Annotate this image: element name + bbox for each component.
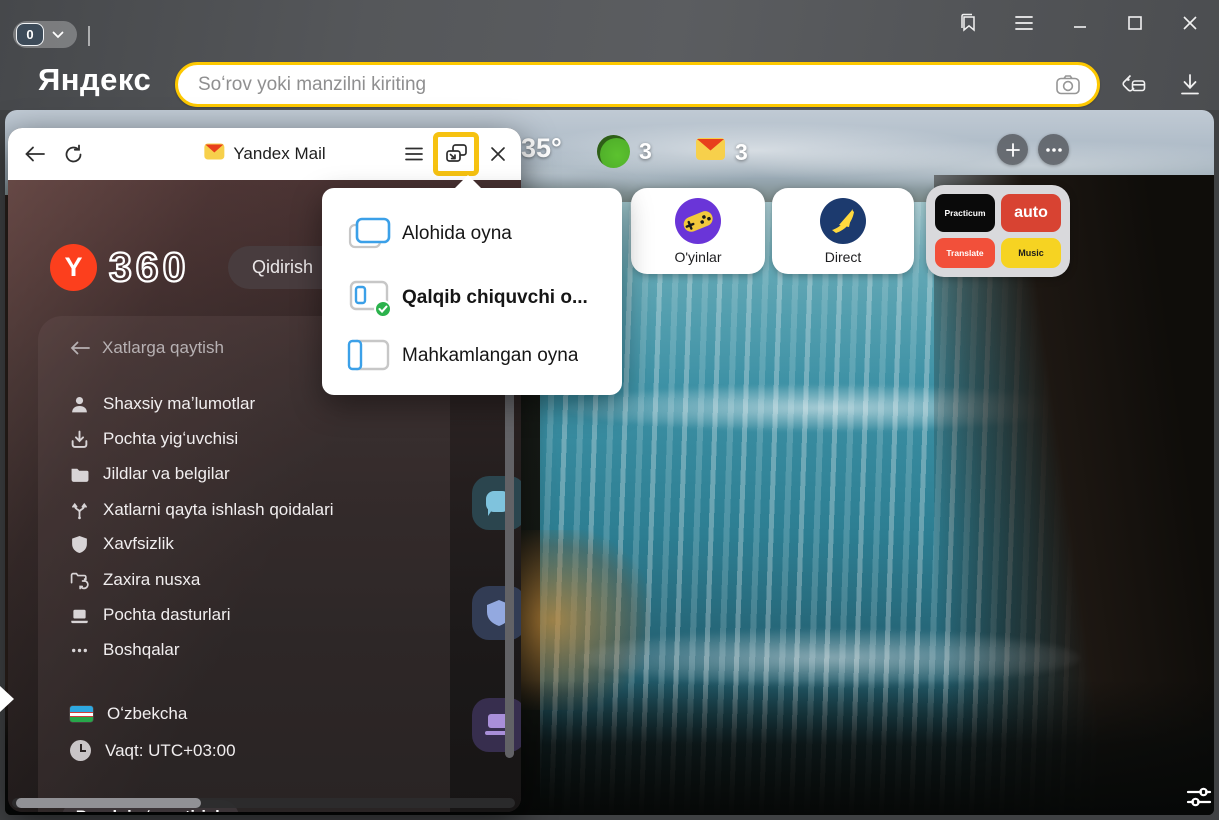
tab-counter[interactable]: 0 (13, 21, 77, 48)
add-tile-button[interactable] (997, 134, 1028, 165)
nav-security[interactable]: Xavfsizlik (70, 534, 174, 554)
messenger-badge[interactable]: 3 (597, 135, 652, 168)
y360-logo[interactable]: Y 360 (50, 244, 189, 291)
menu-item-pinned-window[interactable]: Mahkamlangan oyna (322, 330, 622, 382)
tile-practicum[interactable]: Practicum (935, 194, 995, 232)
tile-music[interactable]: Music (1001, 238, 1061, 268)
rules-icon (70, 501, 89, 520)
floating-window-icon (344, 276, 402, 320)
nav-other[interactable]: Boshqalar (70, 640, 180, 660)
window-mode-button[interactable] (433, 132, 479, 176)
mail-badge[interactable]: 3 (695, 136, 748, 168)
person-icon (70, 395, 89, 414)
address-bar-placeholder: Soʻrov yoki manzilni kiriting (198, 74, 1055, 96)
games-icon (674, 197, 722, 250)
clock-icon (70, 740, 91, 761)
nav-folders-labels[interactable]: Jildlar va belgilar (70, 464, 230, 484)
direct-icon (819, 197, 867, 250)
more-options-button[interactable] (1038, 134, 1069, 165)
browser-window: 0 (0, 0, 1219, 820)
mail-count: 3 (735, 139, 748, 166)
messenger-count: 3 (639, 138, 652, 165)
laptop-icon (70, 606, 89, 625)
back-arrow-icon (70, 341, 90, 355)
address-bar[interactable]: Soʻrov yoki manzilni kiriting (175, 62, 1100, 107)
sidebar-pull-arrow[interactable] (0, 686, 14, 712)
close-button[interactable] (1174, 8, 1206, 38)
messenger-icon (597, 135, 630, 168)
shield-icon (70, 535, 89, 554)
tile-direct[interactable]: Direct (772, 188, 914, 274)
downloads-icon[interactable] (1172, 68, 1208, 102)
menu-pointer-arrow (454, 175, 482, 189)
menu-icon[interactable] (1008, 8, 1040, 38)
y360-logo-circle: Y (50, 244, 97, 291)
popup-title-group: Yandex Mail (203, 143, 325, 165)
menu-item-floating-window[interactable]: Qalqib chiquvchi o... (322, 272, 622, 324)
popup-close-icon[interactable] (481, 137, 515, 171)
folder-icon (70, 465, 89, 484)
popup-header: Yandex Mail (8, 128, 521, 180)
mail-favicon (203, 143, 224, 165)
y360-logo-360: 360 (109, 244, 189, 291)
minimize-button[interactable] (1064, 8, 1096, 38)
back-to-letters-link[interactable]: Xatlarga qaytish (70, 338, 224, 358)
browser-chrome: 0 (0, 0, 1219, 110)
maximize-button[interactable] (1119, 8, 1151, 38)
tab-count-badge: 0 (16, 23, 44, 46)
nav-mail-collector[interactable]: Pochta yigʻuvchisi (70, 429, 238, 449)
popup-menu-icon[interactable] (397, 137, 431, 171)
ellipsis-icon (70, 641, 89, 660)
tile-group[interactable]: Practicum auto Translate Music (926, 185, 1070, 277)
pinned-window-icon (344, 335, 402, 377)
backup-icon (70, 571, 89, 590)
tile-translate[interactable]: Translate (935, 238, 995, 268)
title-bar: 0 (0, 0, 1219, 45)
wallpaper-settings-icon[interactable] (1185, 784, 1213, 810)
nav-mail-clients[interactable]: Pochta dasturlari (70, 605, 231, 625)
chevron-down-icon[interactable] (52, 26, 64, 44)
reload-button[interactable] (56, 137, 90, 171)
tile-label: O'yinlar (674, 249, 721, 265)
yandex-logo[interactable]: Яндекс (38, 62, 151, 98)
extensions-icon[interactable] (1116, 68, 1152, 102)
separate-window-icon (344, 213, 402, 255)
timezone-row[interactable]: Vaqt: UTC+03:00 (70, 740, 236, 761)
tile-games[interactable]: O'yinlar (631, 188, 765, 274)
side-panel-icon[interactable] (952, 8, 984, 38)
popup-title: Yandex Mail (233, 144, 325, 164)
nav-mail-rules[interactable]: Xatlarni qayta ishlash qoidalari (70, 500, 334, 520)
nav-personal-info[interactable]: Shaxsiy maʼlumotlar (70, 394, 255, 414)
titlebar-divider (88, 26, 90, 46)
mail-collector-icon (70, 430, 89, 449)
language-row[interactable]: Oʻzbekcha (70, 704, 187, 724)
nav-backup[interactable]: Zaxira nusxa (70, 570, 200, 590)
tile-auto[interactable]: auto (1001, 194, 1061, 232)
tile-label: Direct (825, 249, 862, 265)
menu-item-separate-window[interactable]: Alohida oyna (322, 208, 622, 260)
window-mode-menu: Alohida oyna Qalqib chiquvchi o... M (322, 188, 622, 395)
back-button[interactable] (18, 137, 52, 171)
horizontal-scrollbar-thumb[interactable] (16, 798, 201, 808)
image-search-icon[interactable] (1055, 74, 1081, 96)
weather-widget[interactable]: 35° (521, 133, 562, 164)
uzbekistan-flag-icon (70, 706, 93, 722)
horizontal-scrollbar-track (12, 798, 515, 808)
mail-icon (695, 136, 726, 168)
